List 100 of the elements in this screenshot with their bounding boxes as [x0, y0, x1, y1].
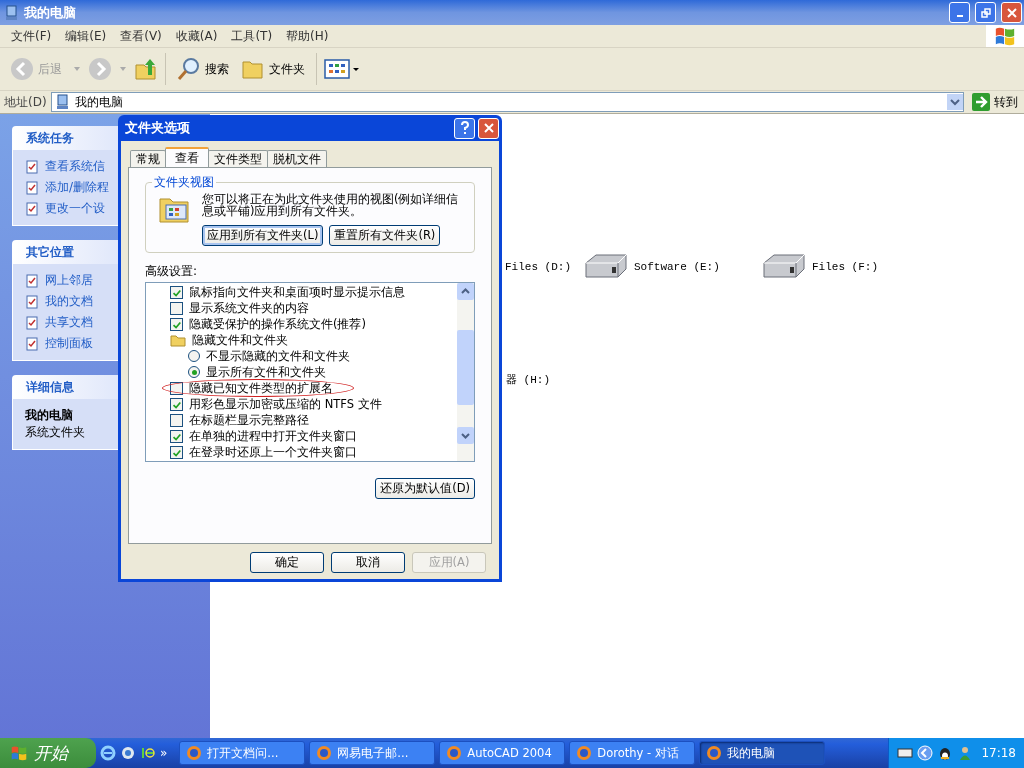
- menu-item[interactable]: 工具(T): [224, 27, 280, 45]
- radio-button[interactable]: [188, 366, 200, 378]
- details-description: 系统文件夹: [25, 424, 85, 441]
- taskbar-button[interactable]: Dorothy - 对话: [569, 741, 696, 765]
- close-button[interactable]: [478, 117, 499, 139]
- app-icon: [316, 745, 333, 761]
- restore-button[interactable]: [975, 2, 996, 23]
- close-icon: [1006, 7, 1017, 18]
- windows-logo-icon: [986, 25, 1024, 47]
- checkbox[interactable]: [170, 301, 183, 315]
- keyboard-icon[interactable]: [897, 745, 914, 761]
- setting-option[interactable]: 显示系统文件夹的内容: [146, 300, 457, 316]
- drive-label[interactable]: Software (E:): [634, 261, 720, 273]
- hard-drive-icon[interactable]: [760, 253, 808, 281]
- tab[interactable]: 文件类型: [208, 150, 268, 167]
- more-button[interactable]: »: [160, 746, 168, 760]
- tab[interactable]: 常规: [130, 150, 166, 167]
- close-button[interactable]: [1001, 2, 1022, 23]
- taskbar-button[interactable]: 网易电子邮...: [309, 741, 436, 765]
- setting-group: 隐藏文件和文件夹: [146, 332, 457, 348]
- task-link[interactable]: 查看系统信: [45, 158, 105, 175]
- task-icon: [25, 273, 39, 288]
- search-button[interactable]: 搜索: [173, 55, 233, 83]
- scrollbar[interactable]: [457, 283, 474, 461]
- search-icon: [177, 57, 201, 81]
- checkbox[interactable]: [170, 381, 183, 395]
- menu-item[interactable]: 帮助(H): [279, 27, 336, 45]
- mail-icon[interactable]: [120, 745, 136, 761]
- taskbar-button[interactable]: AutoCAD 2004: [439, 741, 566, 765]
- restore-icon: [980, 7, 991, 18]
- clock: 17:18: [981, 746, 1016, 760]
- restore-defaults-button[interactable]: 还原为默认值(D): [375, 478, 475, 499]
- setting-option[interactable]: 用彩色显示加密或压缩的 NTFS 文件: [146, 396, 457, 412]
- dropdown-button[interactable]: [947, 94, 963, 110]
- minimize-button[interactable]: [949, 2, 970, 23]
- windows-logo-icon: [10, 745, 28, 761]
- question-mark-icon: [459, 121, 470, 135]
- checkbox[interactable]: [170, 317, 183, 331]
- menu-item[interactable]: 文件(F): [4, 27, 59, 45]
- checkbox[interactable]: [170, 413, 183, 427]
- folder-icon: [170, 333, 186, 347]
- checkbox[interactable]: [170, 397, 183, 411]
- setting-option[interactable]: 不显示隐藏的文件和文件夹: [146, 348, 457, 364]
- task-icon: [25, 294, 39, 309]
- tab[interactable]: 查看: [165, 147, 209, 167]
- task-icon: [25, 315, 39, 330]
- menu-item[interactable]: 收藏(A): [168, 27, 225, 45]
- details-name: 我的电脑: [25, 407, 73, 424]
- setting-option[interactable]: 隐藏受保护的操作系统文件(推荐): [146, 316, 457, 332]
- start-button[interactable]: 开始: [0, 738, 96, 768]
- browser-icon[interactable]: [140, 745, 156, 761]
- close-icon: [483, 123, 494, 133]
- app-icon: [576, 745, 593, 761]
- folders-button[interactable]: 文件夹: [237, 55, 309, 83]
- computer-icon: [54, 94, 71, 110]
- app-icon: [186, 745, 203, 761]
- dialog-button[interactable]: 确定: [250, 552, 324, 573]
- task-link[interactable]: 更改一个设: [45, 200, 105, 217]
- task-link[interactable]: 添加/删除程: [45, 179, 110, 196]
- drive-label[interactable]: Files (F:): [812, 261, 878, 273]
- apply-folders-button[interactable]: 重置所有文件夹(R): [329, 225, 441, 246]
- task-link[interactable]: 网上邻居: [45, 272, 93, 289]
- browser-icon[interactable]: [100, 745, 116, 761]
- description-text: 您可以将正在为此文件夹使用的视图(例如详细信息或平铺)应用到所有文件夹。: [202, 193, 460, 217]
- checkbox[interactable]: [170, 285, 183, 299]
- taskbar-button[interactable]: 我的电脑: [699, 741, 826, 765]
- scrollbar-thumb[interactable]: [457, 330, 474, 405]
- hard-drive-icon[interactable]: [582, 253, 630, 281]
- address-label: 地址(D): [4, 93, 47, 111]
- checkbox[interactable]: [170, 445, 183, 459]
- advanced-settings-label: 高级设置:: [145, 263, 199, 280]
- task-icon: [25, 201, 39, 216]
- radio-button[interactable]: [188, 350, 200, 362]
- setting-option[interactable]: 在标题栏显示完整路径: [146, 412, 457, 428]
- setting-option[interactable]: 鼠标指向文件夹和桌面项时显示提示信息: [146, 284, 457, 300]
- drive-label[interactable]: Files (D:): [505, 261, 571, 273]
- minimize-icon: [956, 14, 963, 17]
- app-icon: [446, 745, 463, 761]
- address-field[interactable]: 我的电脑: [50, 92, 964, 112]
- go-button[interactable]: 转到: [968, 93, 1022, 111]
- menu-item[interactable]: 查看(V): [113, 27, 169, 45]
- views-icon[interactable]: [324, 58, 360, 80]
- drive-label[interactable]: 器 (H:): [506, 371, 550, 387]
- arrow-icon: [972, 93, 990, 111]
- task-link[interactable]: 控制面板: [45, 335, 93, 352]
- menu-item[interactable]: 编辑(E): [58, 27, 114, 45]
- task-link[interactable]: 我的文档: [45, 293, 93, 310]
- task-icon: [25, 180, 39, 195]
- computer-icon: [4, 4, 20, 21]
- apply-folders-button[interactable]: 应用到所有文件夹(L): [202, 225, 324, 246]
- setting-option[interactable]: 在登录时还原上一个文件夹窗口: [146, 444, 457, 460]
- tab[interactable]: 脱机文件: [267, 150, 327, 167]
- task-link[interactable]: 共享文档: [45, 314, 93, 331]
- checkbox[interactable]: [170, 429, 183, 443]
- dialog-button[interactable]: 取消: [331, 552, 405, 573]
- help-button[interactable]: [454, 117, 475, 139]
- app-icon: [706, 745, 723, 761]
- taskbar-button[interactable]: 打开文档问...: [179, 741, 306, 765]
- setting-option[interactable]: 在单独的进程中打开文件夹窗口: [146, 428, 457, 444]
- window-title: 我的电脑: [24, 3, 76, 22]
